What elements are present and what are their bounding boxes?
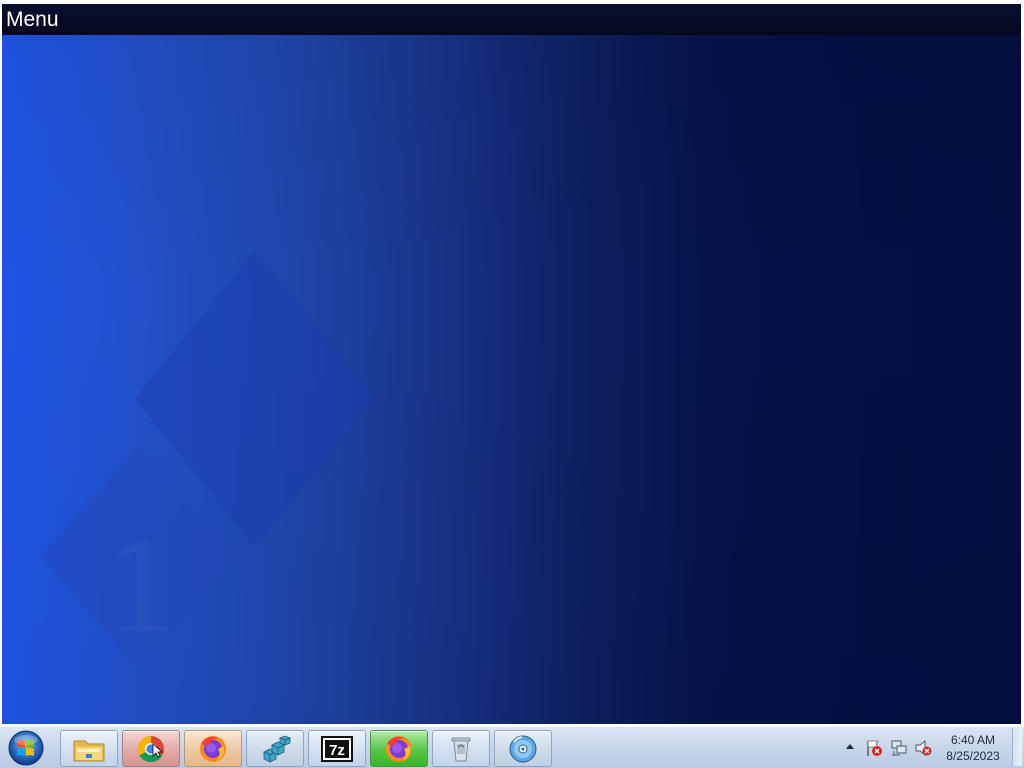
7zip-icon-text: 7z [329, 742, 345, 759]
taskbar-chrome-button[interactable] [122, 730, 180, 767]
taskbar-clock[interactable]: 6:40 AM 8/25/2023 [936, 732, 1010, 764]
start-button[interactable] [5, 730, 47, 766]
taskbar-firefox-button[interactable] [184, 730, 242, 767]
network-disconnected-icon [891, 740, 907, 756]
taskbar-media-player-button[interactable] [494, 730, 552, 767]
taskbar-7zip-button[interactable]: 7z [308, 730, 366, 767]
firefox-icon [200, 735, 226, 762]
volume-tray-icon[interactable] [914, 739, 932, 757]
folder-icon [73, 740, 105, 761]
clock-date: 8/25/2023 [946, 749, 1000, 763]
app-window: Menu 1 [2, 4, 1021, 724]
desktop-screen: Menu 1 7z 6:40 AM 8/25/2023 [0, 0, 1024, 768]
speaker-muted-icon [915, 739, 932, 757]
taskbar-firefox-active-button[interactable] [370, 730, 428, 767]
taskbar-registry-editor-button[interactable] [246, 730, 304, 767]
cd-disc-icon [509, 735, 537, 762]
show-desktop-button[interactable] [1012, 728, 1022, 766]
menu-bar: Menu [2, 4, 1021, 35]
chrome-icon [137, 735, 164, 762]
taskbar: 7z 6:40 AM 8/25/2023 [0, 726, 1024, 768]
windows-start-orb-icon [8, 730, 44, 766]
registry-cubes-icon [263, 735, 292, 763]
watermark-number: 1 [106, 507, 176, 662]
recycle-bin-icon [451, 737, 471, 761]
taskbar-recycle-bin-button[interactable] [432, 730, 490, 767]
clock-time: 6:40 AM [950, 733, 996, 747]
flag-warning-icon [867, 740, 882, 756]
7zip-icon: 7z [321, 735, 353, 762]
watermark-diamonds-logo: 1 [40, 250, 375, 669]
chevron-up-icon [846, 744, 854, 749]
network-tray-icon[interactable] [890, 739, 908, 757]
action-center-tray-icon[interactable] [865, 739, 883, 757]
taskbar-file-explorer-button[interactable] [60, 730, 118, 767]
menu-button[interactable]: Menu [6, 8, 59, 32]
firefox-icon [386, 735, 412, 762]
show-hidden-icons-button[interactable] [845, 742, 855, 750]
